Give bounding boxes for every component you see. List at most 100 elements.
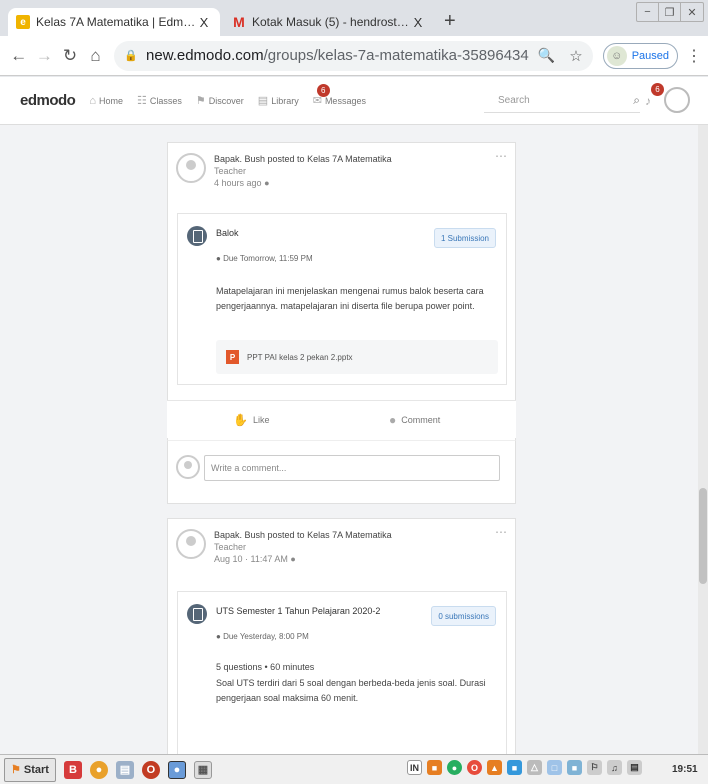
profile-button[interactable]: ☺ Paused xyxy=(602,42,679,69)
quiz-icon xyxy=(187,604,207,624)
folder-icon[interactable]: ▤ xyxy=(115,760,134,779)
quiz-card[interactable]: UTS Semester 1 Tahun Pelajaran 2020-2 0 … xyxy=(177,591,507,755)
tray-app-icon[interactable]: ■ xyxy=(507,760,522,775)
comment-icon: ● xyxy=(389,412,397,427)
submissions-button[interactable]: 1 Submission xyxy=(433,228,496,248)
nav-messages[interactable]: ✉ 6 Messages xyxy=(313,84,366,107)
home-icon[interactable]: ⌂ xyxy=(83,46,109,66)
flag-icon[interactable]: ⚐ xyxy=(587,760,602,775)
edmodo-top-nav: edmodo ⌂ Home ☷ Classes ⚑ Discover ▤ Library… xyxy=(0,77,708,125)
search-input[interactable]: Search ⌕ xyxy=(484,89,640,113)
post-actions: ✋ Like ● Comment xyxy=(167,400,516,438)
user-avatar[interactable] xyxy=(664,87,690,113)
tray-app-icon[interactable]: ■ xyxy=(427,760,442,775)
maximize-icon[interactable]: ❐ xyxy=(659,3,681,21)
network-icon[interactable]: ▤ xyxy=(627,760,642,775)
browser-tab-strip: e Kelas 7A Matematika | Edmodo X M Kotak… xyxy=(0,0,708,36)
minimize-icon[interactable]: − xyxy=(637,3,659,21)
zoom-icon[interactable]: 🔍 xyxy=(538,47,555,64)
assignment-icon xyxy=(187,226,207,246)
gmail-icon: M xyxy=(233,14,245,30)
document-icon[interactable]: ▦ xyxy=(193,760,212,779)
chrome-active-icon[interactable]: ● xyxy=(167,760,186,779)
nav-classes-label: Classes xyxy=(149,95,182,106)
comment-input[interactable]: Write a comment... xyxy=(204,455,500,481)
bookmark-star-icon[interactable]: ☆ xyxy=(569,47,582,65)
scrollbar-thumb[interactable] xyxy=(699,488,707,584)
nav-home[interactable]: ⌂ Home xyxy=(89,95,123,107)
attachment[interactable]: P PPT PAI kelas 2 pekan 2.pptx xyxy=(216,340,498,374)
tab-close-button[interactable]: X xyxy=(410,15,426,30)
nav-library-label: Library xyxy=(271,95,299,106)
post-time: 4 hours ago ● xyxy=(214,178,270,188)
os-taskbar: ⚑ Start B ● ▤ O ● ▦ IN ■ ● O ▲ ■ △ □ ■ ⚐ … xyxy=(0,754,708,784)
tray-app-icon[interactable]: O xyxy=(467,760,482,775)
comment-button[interactable]: ● Comment xyxy=(389,413,440,427)
reload-icon[interactable]: ↻ xyxy=(57,46,83,66)
avatar[interactable] xyxy=(176,153,206,183)
submissions-button[interactable]: 0 submissions xyxy=(431,606,496,626)
nav-messages-label: Messages xyxy=(324,95,366,106)
edmodo-icon: e xyxy=(16,15,30,29)
url-path: /groups/kelas-7a-matematika-35896434 xyxy=(263,47,529,64)
nav-classes[interactable]: ☷ Classes xyxy=(137,94,182,107)
nav-discover[interactable]: ⚑ Discover xyxy=(196,94,244,107)
post-author[interactable]: Bapak. Bush posted to Kelas 7A Matematik… xyxy=(214,153,392,165)
tray-app-icon[interactable]: △ xyxy=(527,760,542,775)
quiz-description: Soal UTS terdiri dari 5 soal dengan berb… xyxy=(216,678,486,703)
library-icon: ▤ xyxy=(257,95,269,107)
messages-badge: 6 xyxy=(316,84,330,97)
opera-icon[interactable]: O xyxy=(141,760,160,779)
start-button[interactable]: ⚑ Start xyxy=(4,757,56,782)
forward-icon[interactable]: → xyxy=(32,46,58,66)
tray-app-icon[interactable]: □ xyxy=(547,760,562,775)
post-time: Aug 10 · 11:47 AM ● xyxy=(214,554,296,564)
nav-library[interactable]: ▤ Library xyxy=(258,94,299,107)
app-icon[interactable]: B xyxy=(63,760,82,779)
tray-app-icon[interactable]: ▲ xyxy=(487,760,502,775)
page-scrollbar[interactable] xyxy=(698,125,708,754)
window-controls: − ❐ ✕ xyxy=(636,2,704,22)
assignment-title[interactable]: Balok xyxy=(216,228,239,238)
clock-icon: ● xyxy=(216,254,221,263)
search-placeholder: Search xyxy=(498,95,530,106)
discover-icon: ⚑ xyxy=(195,95,206,107)
nav-home-label: Home xyxy=(99,95,124,106)
new-tab-button[interactable]: + xyxy=(444,10,456,33)
search-icon[interactable]: ⌕ xyxy=(633,93,640,108)
thumbs-up-icon: ✋ xyxy=(233,412,248,427)
taskbar-clock: 19:51 xyxy=(672,764,698,775)
powerpoint-file-icon: P xyxy=(226,350,239,364)
tray-app-icon[interactable]: ● xyxy=(447,760,462,775)
post-header: Bapak. Bush posted to Kelas 7A Matematik… xyxy=(176,529,392,565)
lock-icon: 🔒 xyxy=(124,50,139,62)
tab-title: Kelas 7A Matematika | Edmodo xyxy=(36,15,196,29)
like-button[interactable]: ✋ Like xyxy=(233,413,269,427)
quiz-meta: 5 questions • 60 minutes xyxy=(216,662,315,672)
tray-app-icon[interactable]: ■ xyxy=(567,760,582,775)
avatar[interactable] xyxy=(176,529,206,559)
close-window-icon[interactable]: ✕ xyxy=(681,3,703,21)
back-icon[interactable]: ← xyxy=(6,46,32,66)
post-options-icon[interactable]: ⋯ xyxy=(495,525,507,539)
url-host: new.edmodo.com xyxy=(146,47,264,64)
language-icon[interactable]: IN xyxy=(407,760,422,775)
volume-icon[interactable]: ♫ xyxy=(607,760,622,775)
post-header: Bapak. Bush posted to Kelas 7A Matematik… xyxy=(176,153,392,189)
quiz-title[interactable]: UTS Semester 1 Tahun Pelajaran 2020-2 xyxy=(216,606,380,616)
due-date: ● Due Tomorrow, 11:59 PM xyxy=(216,254,313,263)
comment-box: Write a comment... xyxy=(167,440,516,504)
menu-kebab-icon[interactable]: ⋮ xyxy=(686,46,702,66)
edmodo-logo[interactable]: edmodo xyxy=(20,92,76,109)
tab-close-button[interactable]: X xyxy=(196,15,212,30)
post-options-icon[interactable]: ⋯ xyxy=(495,149,507,163)
clock-icon: ● xyxy=(216,632,221,641)
notification-bell-icon[interactable]: ♪ xyxy=(645,94,651,108)
tab-edmodo[interactable]: e Kelas 7A Matematika | Edmodo X xyxy=(8,8,220,36)
chrome-icon[interactable]: ● xyxy=(89,760,108,779)
address-bar[interactable]: 🔒 new.edmodo.com/groups/kelas-7a-matemat… xyxy=(114,40,593,71)
post-author[interactable]: Bapak. Bush posted to Kelas 7A Matematik… xyxy=(214,529,392,541)
avatar xyxy=(176,455,200,479)
tab-gmail[interactable]: M Kotak Masuk (5) - hendrostudent X xyxy=(224,8,434,36)
assignment-card[interactable]: Balok 1 Submission ● Due Tomorrow, 11:59… xyxy=(177,213,507,385)
